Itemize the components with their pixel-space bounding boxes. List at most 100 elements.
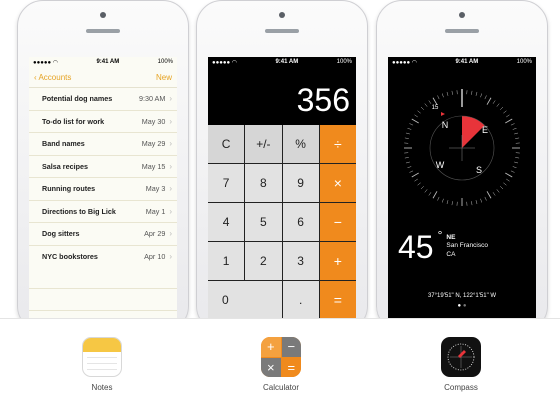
dial-tick xyxy=(447,200,448,204)
dial-tick xyxy=(429,192,431,195)
digit-2-key[interactable]: 2 xyxy=(245,242,281,280)
dial-tick xyxy=(485,197,487,201)
notes-app[interactable]: Notes xyxy=(62,337,142,392)
notes-phone: ●●●●● ◠ 9:41 AM 100% ‹ Accounts New Pote… xyxy=(17,0,189,332)
status-bar: ●●●●● ◠ 9:41 AM 100% xyxy=(208,57,356,67)
degree-symbol: ° xyxy=(438,229,443,241)
dial-tick xyxy=(497,104,500,107)
back-button[interactable]: ‹ Accounts xyxy=(34,73,71,82)
dial-tick xyxy=(442,199,443,203)
chevron-right-icon: › xyxy=(169,252,172,261)
dial-tick xyxy=(407,166,411,167)
dial-tick xyxy=(506,179,509,181)
dial-tick xyxy=(500,186,503,189)
note-row[interactable]: Salsa recipesMay 15› xyxy=(29,156,177,179)
cardinal-s: S xyxy=(476,165,482,175)
dial-tick xyxy=(437,95,439,99)
dial-tick xyxy=(406,133,410,134)
digit-7-key[interactable]: 7 xyxy=(208,164,244,202)
page-indicator[interactable]: ● ● xyxy=(388,303,536,309)
signal-icon: ●●●●● ◠ xyxy=(33,59,58,66)
decimal-key[interactable]: . xyxy=(283,281,319,319)
status-bar: ●●●●● ◠ 9:41 AM 100% xyxy=(29,57,177,67)
dial-tick xyxy=(505,119,512,123)
sign-key[interactable]: +/- xyxy=(245,125,281,163)
heading-tick-label: 15 xyxy=(432,105,439,111)
note-row[interactable]: NYC bookstoresApr 10› xyxy=(29,246,177,269)
page-dot: ● xyxy=(463,303,467,309)
phones-showcase: ●●●●● ◠ 9:41 AM 100% ‹ Accounts New Pote… xyxy=(0,0,560,318)
subtract-key[interactable]: − xyxy=(320,203,356,241)
notes-screen: ●●●●● ◠ 9:41 AM 100% ‹ Accounts New Pote… xyxy=(29,57,177,319)
app-label: Calculator xyxy=(241,383,321,392)
dial-tick xyxy=(414,179,417,181)
new-note-button[interactable]: New xyxy=(156,73,172,82)
dial-tick xyxy=(452,91,453,95)
dial-tick xyxy=(414,115,417,117)
compass-screen: ●●●●● ◠ 9:41 AM 100% N E S W 15 45 ° xyxy=(388,57,536,319)
app-label: Notes xyxy=(62,383,142,392)
dial-tick xyxy=(418,183,421,186)
dial-tick xyxy=(513,128,517,129)
digit-5-key[interactable]: 5 xyxy=(245,203,281,241)
chevron-right-icon: › xyxy=(169,94,172,103)
heading-degrees: 45 xyxy=(398,231,434,263)
note-row[interactable]: Dog sittersApr 29› xyxy=(29,223,177,246)
note-row[interactable]: Directions to Big LickMay 1› xyxy=(29,201,177,224)
dial-tick xyxy=(452,201,453,205)
equals-key[interactable]: = xyxy=(320,281,356,319)
dial-tick xyxy=(513,166,517,167)
north-marker xyxy=(441,112,445,116)
divide-key[interactable]: ÷ xyxy=(320,125,356,163)
heading-direction: NE xyxy=(446,234,488,242)
status-bar: ●●●●● ◠ 9:41 AM 100% xyxy=(388,57,536,67)
battery-label: 100% xyxy=(337,59,352,65)
status-time: 9:41 AM xyxy=(455,59,478,65)
add-key[interactable]: + xyxy=(320,242,356,280)
calculator-app[interactable]: +−×= Calculator xyxy=(241,337,321,392)
page-dot-active: ● xyxy=(458,303,462,309)
dial-tick xyxy=(514,162,518,163)
chevron-right-icon: › xyxy=(169,207,172,216)
digit-9-key[interactable]: 9 xyxy=(283,164,319,202)
speaker-grille xyxy=(445,29,479,33)
note-row[interactable]: Band namesMay 29› xyxy=(29,133,177,156)
dial-tick xyxy=(405,157,409,158)
digit-3-key[interactable]: 3 xyxy=(283,242,319,280)
multiply-key[interactable]: × xyxy=(320,164,356,202)
location-info: NE San Francisco CA xyxy=(446,234,488,259)
chevron-right-icon: › xyxy=(169,162,172,171)
compass-app[interactable]: Compass xyxy=(421,337,501,392)
dial-tick xyxy=(500,107,503,110)
dial-tick xyxy=(406,162,410,163)
notes-nav-bar: ‹ Accounts New xyxy=(29,67,177,88)
dial-tick xyxy=(447,92,448,96)
digit-4-key[interactable]: 4 xyxy=(208,203,244,241)
dial-tick xyxy=(487,191,491,198)
dial-tick xyxy=(407,128,411,129)
digit-8-key[interactable]: 8 xyxy=(245,164,281,202)
calculator-phone: ●●●●● ◠ 9:41 AM 100% 356 C +/- % ÷ 7 8 9… xyxy=(196,0,368,332)
status-time: 9:41 AM xyxy=(275,59,298,65)
digit-1-key[interactable]: 1 xyxy=(208,242,244,280)
dial-tick xyxy=(485,95,487,99)
clear-key[interactable]: C xyxy=(208,125,244,163)
front-camera xyxy=(459,12,465,18)
dial-tick xyxy=(480,199,481,203)
digit-6-key[interactable]: 6 xyxy=(283,203,319,241)
dial-tick xyxy=(515,157,519,158)
percent-key[interactable]: % xyxy=(283,125,319,163)
note-row[interactable]: To-do list for workMay 30› xyxy=(29,111,177,134)
dial-tick xyxy=(511,171,515,173)
location-city: San Francisco xyxy=(446,242,488,250)
dial-tick xyxy=(442,93,443,97)
location-region: CA xyxy=(446,251,488,259)
digit-0-key[interactable]: 0 xyxy=(208,281,282,319)
note-row[interactable]: Running routesMay 3› xyxy=(29,178,177,201)
dial-tick xyxy=(515,138,519,139)
dial-tick xyxy=(493,192,495,195)
calculator-display: 356 xyxy=(208,67,356,125)
note-row[interactable]: Potential dog names9:30 AM› xyxy=(29,88,177,111)
dial-tick xyxy=(433,191,437,198)
compass-reading: 45 ° NE San Francisco CA xyxy=(398,231,488,263)
